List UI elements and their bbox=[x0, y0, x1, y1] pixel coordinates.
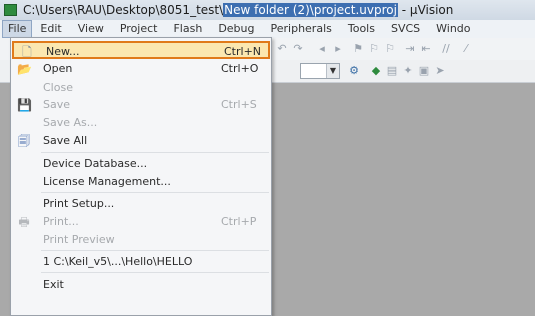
title-path: C:\Users\RAU\Desktop\8051_test\ bbox=[23, 3, 224, 17]
run-icon[interactable]: ➤ bbox=[434, 65, 446, 77]
menu-item-label: License Management... bbox=[43, 175, 171, 188]
nav-back-icon[interactable]: ◂ bbox=[316, 43, 328, 55]
menu-item-label: New... bbox=[46, 45, 80, 58]
title-highlight: New folder (2)\project.uvproj bbox=[223, 3, 398, 17]
save-all-icon: 🗐 bbox=[18, 134, 30, 148]
menu-bar: File Edit View Project Flash Debug Peripherals… bbox=[0, 20, 535, 38]
file-menu-item-license-management[interactable]: License Management... bbox=[11, 173, 271, 191]
file-menu-item-print[interactable]: 🖶 Print... Ctrl+P bbox=[11, 213, 271, 231]
menu-item-shortcut: Ctrl+P bbox=[221, 215, 257, 228]
uncomment-icon[interactable]: ⁄ bbox=[460, 43, 472, 55]
menu-item-label: 1 C:\Keil_v5\...\Hello\HELLO bbox=[43, 255, 193, 268]
menu-separator bbox=[41, 250, 269, 251]
menu-tools[interactable]: Tools bbox=[340, 20, 383, 38]
menu-item-label: Print Preview bbox=[43, 233, 115, 246]
menu-view[interactable]: View bbox=[70, 20, 112, 38]
chevron-down-icon[interactable]: ▼ bbox=[326, 64, 339, 78]
title-app-name: - µVision bbox=[397, 3, 454, 17]
file-menu-item-close[interactable]: Close bbox=[11, 79, 271, 97]
next-bookmark-icon[interactable]: ⚐ bbox=[384, 43, 396, 55]
menu-separator bbox=[41, 152, 269, 153]
menu-item-shortcut: Ctrl+N bbox=[224, 45, 262, 58]
menu-item-label: Print Setup... bbox=[43, 197, 115, 210]
menu-item-label: Exit bbox=[43, 278, 64, 291]
menu-item-label: Device Database... bbox=[43, 157, 148, 170]
file-menu-item-save-as[interactable]: Save As... bbox=[11, 114, 271, 132]
menu-separator bbox=[41, 272, 269, 273]
unindent-icon[interactable]: ⇤ bbox=[420, 43, 432, 55]
file-menu-item-device-database[interactable]: Device Database... bbox=[11, 155, 271, 173]
comment-icon[interactable]: // bbox=[440, 43, 452, 55]
file-menu-item-open[interactable]: 📂 Open Ctrl+O bbox=[11, 60, 271, 78]
new-file-icon: 🗋 bbox=[22, 45, 32, 59]
menu-project[interactable]: Project bbox=[112, 20, 166, 38]
menu-item-label: Print... bbox=[43, 215, 79, 228]
menu-item-shortcut: Ctrl+S bbox=[221, 98, 257, 111]
menu-separator bbox=[41, 192, 269, 193]
nav-forward-icon[interactable]: ▸ bbox=[332, 43, 344, 55]
menu-item-label: Save bbox=[43, 98, 71, 111]
menu-peripherals[interactable]: Peripherals bbox=[263, 20, 340, 38]
file-menu-item-print-setup[interactable]: Print Setup... bbox=[11, 195, 271, 213]
file-menu-item-exit[interactable]: Exit bbox=[11, 276, 271, 294]
uvision-app-icon bbox=[4, 4, 17, 16]
menu-file[interactable]: File bbox=[2, 20, 33, 38]
prev-bookmark-icon[interactable]: ⚐ bbox=[368, 43, 380, 55]
target-select[interactable]: ▼ bbox=[300, 63, 340, 79]
file-menu-dropdown: 🗋 New... Ctrl+N 📂 Open Ctrl+O Close 💾 Save Ctrl+S… bbox=[10, 37, 272, 316]
menu-debug[interactable]: Debug bbox=[210, 20, 262, 38]
bookmark-icon[interactable]: ⚑ bbox=[352, 43, 364, 55]
menu-edit[interactable]: Edit bbox=[32, 20, 69, 38]
save-icon: 💾 bbox=[17, 98, 32, 112]
file-menu-item-print-preview[interactable]: Print Preview bbox=[11, 231, 271, 249]
menu-item-label: Open bbox=[43, 62, 73, 75]
menu-flash[interactable]: Flash bbox=[165, 20, 210, 38]
menu-svcs[interactable]: SVCS bbox=[383, 20, 428, 38]
redo-icon[interactable]: ↷ bbox=[292, 43, 304, 55]
menu-item-label: Save As... bbox=[43, 116, 98, 129]
file-menu-item-new[interactable]: 🗋 New... Ctrl+N bbox=[12, 41, 270, 59]
file-menu-item-1-c-keil-v5-hello-hello[interactable]: 1 C:\Keil_v5\...\Hello\HELLO bbox=[11, 253, 271, 271]
options-for-target-icon[interactable]: ⚙ bbox=[348, 65, 360, 77]
print-icon: 🖶 bbox=[18, 215, 30, 229]
menu-item-label: Save All bbox=[43, 134, 88, 147]
select-packs-icon[interactable]: ▣ bbox=[418, 65, 430, 77]
file-menu-item-save-all[interactable]: 🗐 Save All bbox=[11, 132, 271, 150]
open-folder-icon: 📂 bbox=[17, 62, 32, 76]
pack-installer-icon[interactable]: ✦ bbox=[402, 65, 414, 77]
undo-icon[interactable]: ↶ bbox=[276, 43, 288, 55]
manage-components-icon[interactable]: ◆ bbox=[370, 65, 382, 77]
file-extensions-icon[interactable]: ▤ bbox=[386, 65, 398, 77]
menu-windo[interactable]: Windo bbox=[428, 20, 478, 38]
title-bar: C:\Users\RAU\Desktop\8051_test\New folde… bbox=[0, 0, 535, 20]
window-title: C:\Users\RAU\Desktop\8051_test\New folde… bbox=[23, 3, 453, 17]
menu-item-label: Close bbox=[43, 81, 73, 94]
file-menu-item-save[interactable]: 💾 Save Ctrl+S bbox=[11, 96, 271, 114]
indent-icon[interactable]: ⇥ bbox=[404, 43, 416, 55]
menu-item-shortcut: Ctrl+O bbox=[221, 62, 259, 75]
